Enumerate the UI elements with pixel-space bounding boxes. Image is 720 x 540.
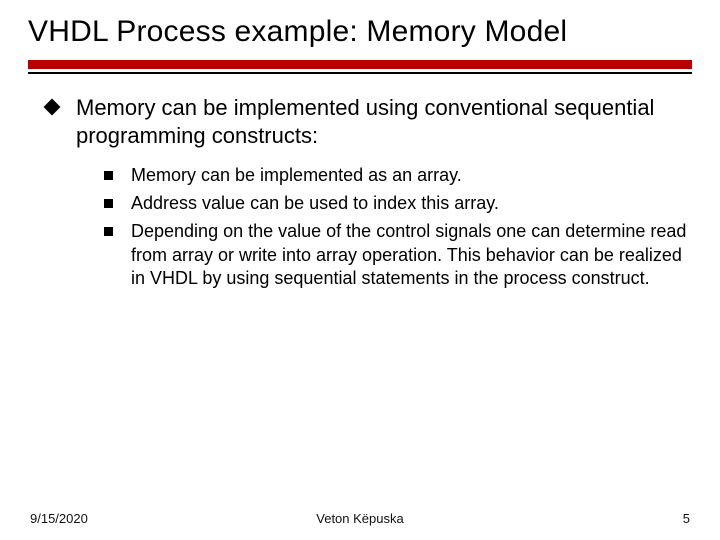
list-item: Memory can be implemented as an array. bbox=[104, 164, 692, 188]
sub-list: Memory can be implemented as an array. A… bbox=[104, 164, 692, 291]
footer-page-number: 5 bbox=[683, 511, 690, 526]
slide-footer: 9/15/2020 Veton Këpuska 5 bbox=[0, 511, 720, 526]
sub-point-text: Depending on the value of the control si… bbox=[131, 220, 692, 291]
slide: VHDL Process example: Memory Model Memor… bbox=[0, 0, 720, 540]
square-bullet-icon bbox=[104, 199, 113, 208]
sub-point-text: Address value can be used to index this … bbox=[131, 192, 499, 216]
list-item: Address value can be used to index this … bbox=[104, 192, 692, 216]
main-point-text: Memory can be implemented using conventi… bbox=[76, 94, 692, 150]
title-rule-red bbox=[28, 60, 692, 69]
list-item: Depending on the value of the control si… bbox=[104, 220, 692, 291]
slide-title: VHDL Process example: Memory Model bbox=[28, 14, 692, 50]
sub-point-text: Memory can be implemented as an array. bbox=[131, 164, 462, 188]
slide-body: Memory can be implemented using conventi… bbox=[28, 94, 692, 291]
title-rule-black bbox=[28, 72, 692, 74]
square-bullet-icon bbox=[104, 227, 113, 236]
diamond-bullet-icon bbox=[46, 101, 58, 113]
square-bullet-icon bbox=[104, 171, 113, 180]
footer-date: 9/15/2020 bbox=[30, 511, 88, 526]
footer-author: Veton Këpuska bbox=[0, 511, 720, 526]
list-item: Memory can be implemented using conventi… bbox=[28, 94, 692, 150]
